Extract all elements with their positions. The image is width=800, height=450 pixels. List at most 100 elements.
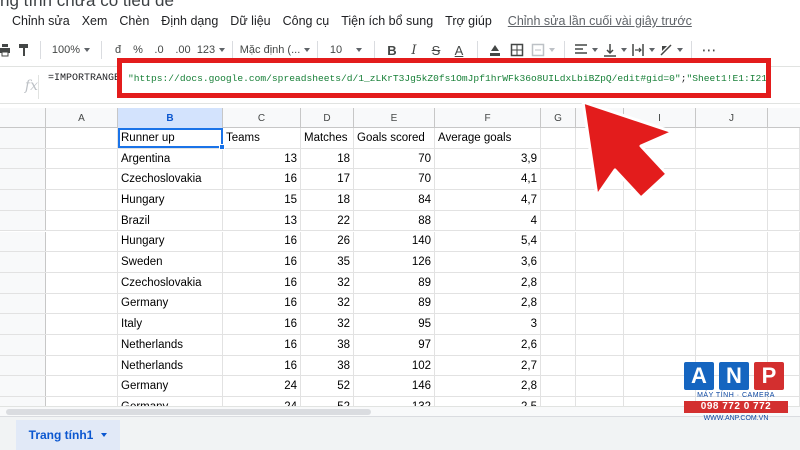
empty-cell[interactable] bbox=[46, 272, 118, 293]
table-cell[interactable]: Brazil bbox=[118, 210, 223, 231]
empty-cell[interactable] bbox=[541, 376, 576, 397]
sheet-tab-1[interactable]: Trang tính1 bbox=[16, 420, 120, 450]
table-cell[interactable]: 15 bbox=[223, 190, 301, 210]
menu-insert[interactable]: Chèn bbox=[119, 14, 149, 28]
table-cell[interactable]: 16 bbox=[223, 355, 301, 376]
table-cell[interactable]: 35 bbox=[301, 252, 354, 272]
table-cell[interactable]: Italy bbox=[118, 314, 223, 334]
table-cell[interactable]: 95 bbox=[354, 314, 435, 334]
empty-cell[interactable] bbox=[576, 210, 624, 231]
empty-cell[interactable] bbox=[696, 272, 768, 293]
chevron-down-icon[interactable] bbox=[101, 433, 108, 437]
row-gutter[interactable] bbox=[0, 376, 46, 397]
table-cell[interactable]: 32 bbox=[301, 293, 354, 314]
horizontal-scrollbar[interactable] bbox=[0, 406, 800, 416]
empty-cell[interactable] bbox=[696, 128, 768, 148]
zoom-select[interactable]: 100% bbox=[47, 38, 95, 62]
table-cell[interactable]: 126 bbox=[354, 252, 435, 272]
empty-cell[interactable] bbox=[696, 148, 768, 169]
menu-help[interactable]: Trợ giúp bbox=[445, 14, 492, 28]
table-cell[interactable]: Germany bbox=[118, 376, 223, 397]
table-cell[interactable]: 38 bbox=[301, 355, 354, 376]
empty-cell[interactable] bbox=[541, 335, 576, 355]
table-cell[interactable]: 32 bbox=[301, 272, 354, 293]
doc-title[interactable]: ng tính chưa có tiêu đề bbox=[0, 0, 174, 10]
empty-cell[interactable] bbox=[696, 314, 768, 334]
table-cell[interactable]: 2,8 bbox=[435, 272, 541, 293]
column-header-j[interactable]: J bbox=[696, 108, 768, 128]
table-cell[interactable]: 3,6 bbox=[435, 252, 541, 272]
empty-cell[interactable] bbox=[624, 252, 696, 272]
header-cell[interactable]: Goals scored bbox=[354, 128, 435, 148]
table-cell[interactable]: 18 bbox=[301, 190, 354, 210]
table-cell[interactable]: 3,9 bbox=[435, 148, 541, 169]
table-cell[interactable]: 26 bbox=[301, 231, 354, 252]
empty-cell[interactable] bbox=[768, 252, 800, 272]
table-cell[interactable]: 13 bbox=[223, 210, 301, 231]
empty-cell[interactable] bbox=[46, 190, 118, 210]
row-gutter[interactable] bbox=[0, 272, 46, 293]
table-cell[interactable]: 16 bbox=[223, 272, 301, 293]
sheet-grid[interactable]: A B C D E F G H I J Runner upTeamsMatche… bbox=[0, 108, 800, 408]
table-cell[interactable]: 17 bbox=[301, 169, 354, 190]
empty-cell[interactable] bbox=[696, 335, 768, 355]
table-cell[interactable]: 70 bbox=[354, 169, 435, 190]
menu-addons[interactable]: Tiện ích bổ sung bbox=[341, 14, 433, 28]
empty-cell[interactable] bbox=[46, 314, 118, 334]
empty-cell[interactable] bbox=[541, 272, 576, 293]
horizontal-scroll-thumb[interactable] bbox=[6, 409, 371, 415]
table-cell[interactable]: 5,4 bbox=[435, 231, 541, 252]
table-cell[interactable]: 16 bbox=[223, 335, 301, 355]
header-cell[interactable]: Average goals bbox=[435, 128, 541, 148]
empty-cell[interactable] bbox=[624, 314, 696, 334]
empty-cell[interactable] bbox=[46, 293, 118, 314]
empty-cell[interactable] bbox=[768, 272, 800, 293]
column-header-b[interactable]: B bbox=[118, 108, 223, 128]
empty-cell[interactable] bbox=[541, 252, 576, 272]
empty-cell[interactable] bbox=[541, 231, 576, 252]
column-header-e[interactable]: E bbox=[354, 108, 435, 128]
table-cell[interactable]: Germany bbox=[118, 293, 223, 314]
table-cell[interactable]: 52 bbox=[301, 376, 354, 397]
empty-cell[interactable] bbox=[46, 128, 118, 148]
empty-cell[interactable] bbox=[768, 169, 800, 190]
column-header-f[interactable]: F bbox=[435, 108, 541, 128]
empty-cell[interactable] bbox=[576, 376, 624, 397]
table-cell[interactable]: 84 bbox=[354, 190, 435, 210]
empty-cell[interactable] bbox=[696, 210, 768, 231]
menu-edit[interactable]: Chỉnh sửa bbox=[12, 14, 70, 28]
menu-data[interactable]: Dữ liệu bbox=[230, 14, 270, 28]
empty-cell[interactable] bbox=[46, 231, 118, 252]
empty-cell[interactable] bbox=[768, 314, 800, 334]
table-cell[interactable]: 4,1 bbox=[435, 169, 541, 190]
row-gutter[interactable] bbox=[0, 231, 46, 252]
table-cell[interactable]: Argentina bbox=[118, 148, 223, 169]
formula-prefix[interactable]: =IMPORTRANGE bbox=[48, 73, 120, 84]
table-cell[interactable]: Czechoslovakia bbox=[118, 272, 223, 293]
table-cell[interactable]: 18 bbox=[301, 148, 354, 169]
table-cell[interactable]: 32 bbox=[301, 314, 354, 334]
empty-cell[interactable] bbox=[624, 272, 696, 293]
last-edit-link[interactable]: Chỉnh sửa lần cuối vài giây trước bbox=[508, 14, 692, 28]
empty-cell[interactable] bbox=[576, 335, 624, 355]
empty-cell[interactable] bbox=[46, 376, 118, 397]
header-cell[interactable]: Matches bbox=[301, 128, 354, 148]
table-cell[interactable]: 2,8 bbox=[435, 293, 541, 314]
table-cell[interactable]: 22 bbox=[301, 210, 354, 231]
corner-select-all[interactable] bbox=[0, 108, 46, 128]
empty-cell[interactable] bbox=[576, 252, 624, 272]
row-gutter[interactable] bbox=[0, 293, 46, 314]
empty-cell[interactable] bbox=[46, 210, 118, 231]
empty-cell[interactable] bbox=[696, 231, 768, 252]
print-icon[interactable] bbox=[0, 38, 14, 62]
empty-cell[interactable] bbox=[46, 148, 118, 169]
empty-cell[interactable] bbox=[696, 293, 768, 314]
table-cell[interactable]: 13 bbox=[223, 148, 301, 169]
formula-highlight-box[interactable]: "https://docs.google.com/spreadsheets/d/… bbox=[117, 58, 771, 98]
table-cell[interactable]: 140 bbox=[354, 231, 435, 252]
table-cell[interactable]: 3 bbox=[435, 314, 541, 334]
empty-cell[interactable] bbox=[624, 335, 696, 355]
table-cell[interactable]: Netherlands bbox=[118, 335, 223, 355]
empty-cell[interactable] bbox=[541, 293, 576, 314]
row-gutter[interactable] bbox=[0, 314, 46, 334]
